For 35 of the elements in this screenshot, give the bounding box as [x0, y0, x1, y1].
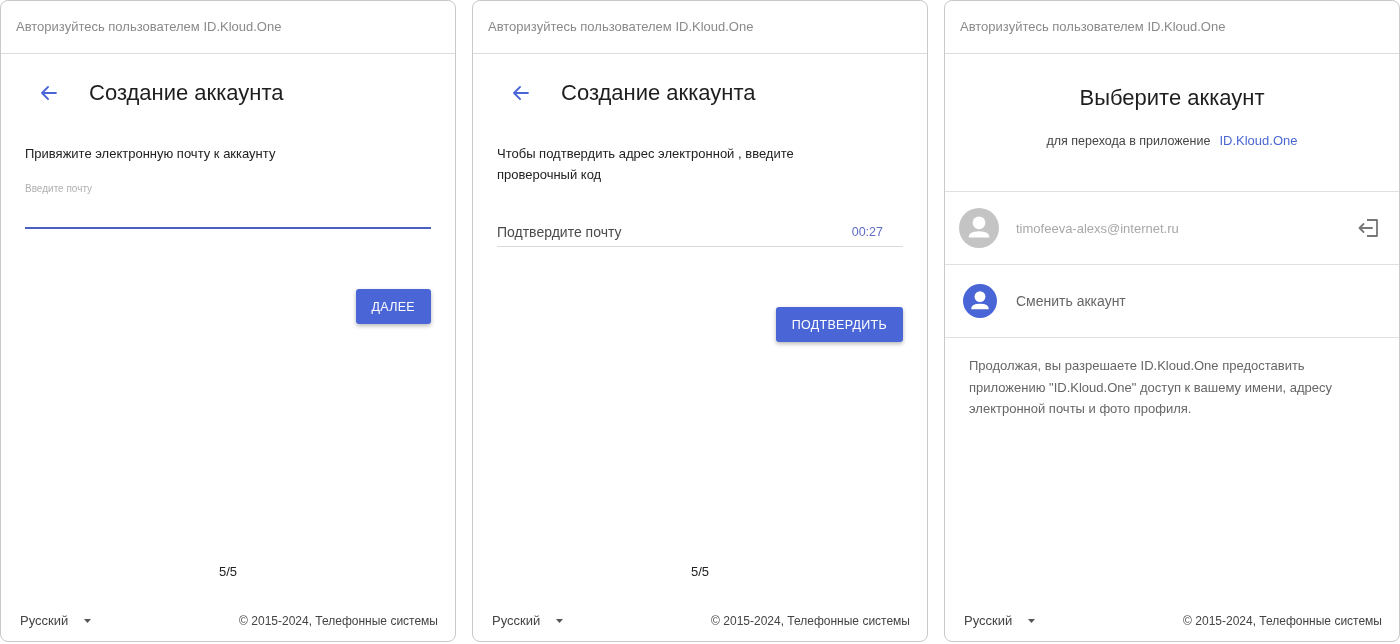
arrow-left-icon	[512, 86, 529, 100]
code-field[interactable]: Подтвердите почту 00:27	[497, 218, 903, 247]
back-button[interactable]	[40, 86, 57, 100]
language-dropdown[interactable]: Русский	[964, 613, 1036, 628]
caret-icon	[1028, 618, 1036, 623]
page-title: Создание аккаунта	[89, 79, 284, 107]
app-link[interactable]: ID.Kloud.One	[1219, 132, 1298, 150]
user-avatar-icon	[963, 284, 997, 318]
user-avatar-icon	[959, 208, 999, 248]
page-title: Создание аккаунта	[561, 79, 756, 107]
next-button[interactable]: ДАЛЕЕ	[355, 289, 431, 324]
page-title: Выберите аккаунт	[1079, 84, 1265, 112]
back-button[interactable]	[512, 86, 529, 100]
header-text: Авторизуйтесь пользователем ID.Kloud.One	[488, 19, 754, 35]
prompt-text: Чтобы подтвердить адрес электронной , введите проверочный код	[497, 145, 795, 184]
timer-text: 00:27	[851, 225, 883, 239]
copyright-text: © 2015-2024, Телефонные системы	[239, 613, 438, 628]
caret-icon	[84, 618, 92, 623]
switch-account-button[interactable]: Сменить аккаунт	[959, 284, 1126, 318]
prompt-text: Привяжите электронную почту к аккаунту	[25, 145, 276, 163]
header-text: Авторизуйтесь пользователем ID.Kloud.One	[16, 19, 282, 35]
subtitle-text: для перехода в приложение	[1046, 133, 1211, 150]
copyright-text: © 2015-2024, Телефонные системы	[1183, 613, 1382, 628]
step-counter: 5/5	[218, 563, 238, 581]
confirm-button[interactable]: ПОДТВЕРДИТЬ	[775, 307, 903, 342]
step-counter: 5/5	[690, 563, 710, 581]
arrow-left-icon	[40, 86, 57, 100]
logout-button[interactable]	[1357, 218, 1379, 238]
copyright-text: © 2015-2024, Телефонные системы	[711, 613, 910, 628]
language-dropdown[interactable]: Русский	[492, 613, 564, 628]
header-text: Авторизуйтесь пользователем ID.Kloud.One	[960, 19, 1226, 35]
caret-icon	[556, 618, 564, 623]
consent-text: Продолжая, вы разрешаете ID.Kloud.One предоставить приложению "ID.Kloud.One" доступ к вашему имени, адресу электронной почты и фото профиля.	[969, 357, 1334, 418]
logout-icon	[1357, 218, 1379, 238]
language-dropdown[interactable]: Русский	[20, 613, 92, 628]
